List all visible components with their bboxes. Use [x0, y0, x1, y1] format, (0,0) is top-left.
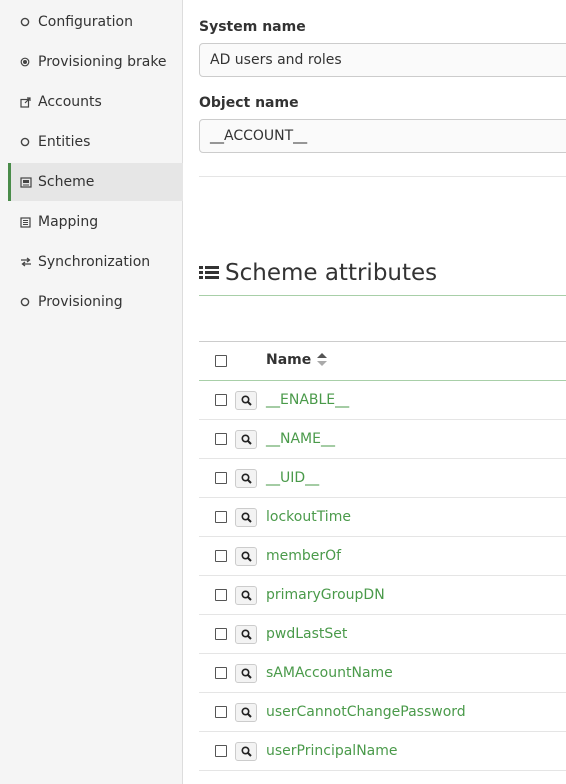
sidebar-item-synchronization[interactable]: Synchronization — [8, 243, 183, 281]
table-top-border — [199, 341, 566, 342]
section-title: Scheme attributes — [199, 258, 437, 288]
search-icon — [240, 664, 252, 683]
table-row: __ENABLE__ — [199, 381, 566, 420]
scheme-icon — [20, 176, 38, 188]
list-icon — [199, 265, 219, 281]
attribute-name-link[interactable]: userPrincipalName — [266, 732, 398, 770]
row-checkbox[interactable] — [215, 745, 227, 757]
search-button[interactable] — [235, 391, 257, 410]
table-row: lockoutTime — [199, 498, 566, 537]
sidebar: Configuration Provisioning brake Account… — [0, 0, 183, 784]
sidebar-item-label: Synchronization — [38, 254, 151, 270]
attribute-name-link[interactable]: __UID__ — [266, 459, 319, 497]
search-button[interactable] — [235, 742, 257, 761]
system-name-field[interactable]: AD users and roles — [199, 43, 566, 77]
table-row: primaryGroupDN — [199, 576, 566, 615]
sidebar-item-label: Provisioning brake — [38, 54, 167, 70]
row-checkbox[interactable] — [215, 628, 227, 640]
sidebar-item-label: Accounts — [38, 94, 102, 110]
table-row: pwdLastSet — [199, 615, 566, 654]
search-button[interactable] — [235, 508, 257, 527]
sidebar-item-label: Entities — [38, 134, 91, 150]
column-header-name[interactable]: Name — [266, 352, 328, 368]
dot-circle-icon — [20, 57, 38, 67]
search-button[interactable] — [235, 586, 257, 605]
search-button[interactable] — [235, 664, 257, 683]
sidebar-item-scheme[interactable]: Scheme — [8, 163, 183, 201]
search-button[interactable] — [235, 430, 257, 449]
search-button[interactable] — [235, 625, 257, 644]
sort-icon[interactable] — [317, 353, 328, 367]
row-checkbox[interactable] — [215, 472, 227, 484]
row-checkbox[interactable] — [215, 706, 227, 718]
sidebar-item-entities[interactable]: Entities — [8, 123, 183, 161]
row-checkbox[interactable] — [215, 433, 227, 445]
external-link-icon — [20, 96, 38, 108]
search-button[interactable] — [235, 469, 257, 488]
search-icon — [240, 625, 252, 644]
search-icon — [240, 391, 252, 410]
table-row: userCannotChangePassword — [199, 693, 566, 732]
table-row: __NAME__ — [199, 420, 566, 459]
search-icon — [240, 430, 252, 449]
exchange-icon — [20, 257, 38, 267]
row-checkbox[interactable] — [215, 589, 227, 601]
attribute-name-link[interactable]: userCannotChangePassword — [266, 693, 466, 731]
main-content: System name AD users and roles Object na… — [199, 0, 566, 784]
row-checkbox[interactable] — [215, 511, 227, 523]
sidebar-item-accounts[interactable]: Accounts — [8, 83, 183, 121]
system-name-label: System name — [199, 19, 306, 35]
attribute-name-link[interactable]: lockoutTime — [266, 498, 351, 536]
attribute-name-link[interactable]: pwdLastSet — [266, 615, 347, 653]
sidebar-item-configuration[interactable]: Configuration — [8, 3, 183, 41]
table-row: userPrincipalName — [199, 732, 566, 771]
column-header-label: Name — [266, 352, 312, 368]
sidebar-item-label: Mapping — [38, 214, 99, 230]
attribute-name-link[interactable]: primaryGroupDN — [266, 576, 385, 614]
circle-icon — [20, 17, 38, 27]
divider — [199, 176, 566, 177]
sidebar-item-label: Scheme — [38, 174, 95, 190]
search-icon — [240, 469, 252, 488]
row-checkbox[interactable] — [215, 394, 227, 406]
circle-icon — [20, 297, 38, 307]
table-row: sAMAccountName — [199, 654, 566, 693]
object-name-label: Object name — [199, 95, 299, 111]
object-name-field[interactable]: __ACCOUNT__ — [199, 119, 566, 153]
search-button[interactable] — [235, 703, 257, 722]
sidebar-item-mapping[interactable]: Mapping — [8, 203, 183, 241]
search-icon — [240, 508, 252, 527]
section-title-text: Scheme attributes — [225, 260, 438, 286]
search-icon — [240, 547, 252, 566]
attribute-name-link[interactable]: memberOf — [266, 537, 341, 575]
search-icon — [240, 742, 252, 761]
search-icon — [240, 586, 252, 605]
row-checkbox[interactable] — [215, 667, 227, 679]
row-checkbox[interactable] — [215, 550, 227, 562]
sidebar-item-label: Provisioning — [38, 294, 123, 310]
circle-icon — [20, 137, 38, 147]
search-icon — [240, 703, 252, 722]
sidebar-item-provisioning[interactable]: Provisioning — [8, 283, 183, 321]
search-button[interactable] — [235, 547, 257, 566]
sidebar-item-provisioning-brake[interactable]: Provisioning brake — [8, 43, 183, 81]
sidebar-item-label: Configuration — [38, 14, 133, 30]
table-row: __UID__ — [199, 459, 566, 498]
select-all-checkbox[interactable] — [215, 355, 227, 367]
section-divider — [199, 295, 566, 296]
attribute-name-link[interactable]: sAMAccountName — [266, 654, 393, 692]
attribute-name-link[interactable]: __NAME__ — [266, 420, 335, 458]
table-row: memberOf — [199, 537, 566, 576]
list-alt-icon — [20, 216, 38, 228]
attribute-name-link[interactable]: __ENABLE__ — [266, 381, 349, 419]
